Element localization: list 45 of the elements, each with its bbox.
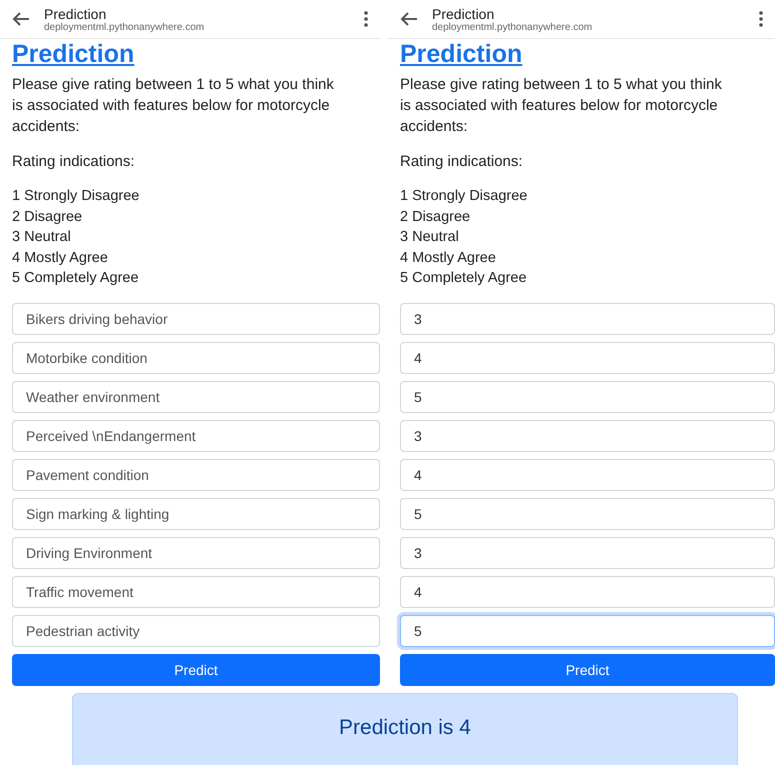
rating-label: Rating indications:: [400, 153, 524, 170]
page-url: deploymentml.pythonanywhere.com: [44, 22, 206, 32]
more-menu-icon[interactable]: [759, 11, 763, 27]
page-title: Prediction: [44, 6, 108, 22]
rating-option: 2 Disagree: [400, 206, 775, 227]
rating-input[interactable]: Weather environment: [12, 380, 380, 412]
page-url: deploymentml.pythonanywhere.com: [432, 22, 594, 32]
rating-input[interactable]: 4: [400, 342, 775, 374]
rating-input[interactable]: 3: [400, 302, 775, 334]
rating-option: 1 Strongly Disagree: [400, 186, 775, 206]
intro-text: Please give rating between 1 to 5 what you think is associated with features below for motorcycle accidents:: [12, 75, 335, 137]
rating-input[interactable]: Motorbike condition: [12, 342, 380, 374]
rating-input[interactable]: 4: [400, 458, 775, 490]
rating-input[interactable]: Pedestrian activity: [12, 614, 380, 646]
page-title: Prediction: [432, 6, 496, 22]
heading-link[interactable]: Prediction: [12, 40, 134, 69]
rating-input[interactable]: Driving Environment: [12, 536, 380, 568]
rating-option: 5 Completely Agree: [400, 268, 775, 288]
rating-input[interactable]: 5: [400, 498, 775, 530]
rating-option: 4 Mostly Agree: [400, 248, 775, 268]
predict-button[interactable]: Predict: [12, 654, 380, 686]
back-arrow-icon[interactable]: [12, 12, 30, 26]
rating-option: 2 Disagree: [12, 206, 380, 227]
rating-input[interactable]: Traffic movement: [12, 576, 380, 608]
rating-option: 3 Neutral: [12, 227, 380, 248]
rating-option: 4 Mostly Agree: [12, 248, 380, 268]
rating-input[interactable]: 5: [400, 380, 775, 412]
rating-input[interactable]: Bikers driving behavior: [12, 302, 380, 334]
rating-input[interactable]: Perceived \nEndangerment: [12, 420, 380, 452]
intro-text: Please give rating between 1 to 5 what you think is associated with features below for motorcycle accidents:: [400, 75, 723, 137]
predict-button[interactable]: Predict: [400, 654, 775, 686]
heading-link[interactable]: Prediction: [400, 40, 522, 69]
rating-input[interactable]: 3: [400, 420, 775, 452]
rating-input[interactable]: 4: [400, 576, 775, 608]
rating-input[interactable]: 3: [400, 536, 775, 568]
back-arrow-icon[interactable]: [400, 12, 418, 26]
rating-input[interactable]: Sign marking & lighting: [12, 498, 380, 530]
rating-option: 5 Completely Agree: [12, 268, 380, 288]
more-menu-icon[interactable]: [364, 11, 368, 27]
rating-input[interactable]: Pavement condition: [12, 458, 380, 490]
rating-option: 3 Neutral: [400, 227, 775, 248]
rating-option: 1 Strongly Disagree: [12, 186, 380, 206]
rating-input[interactable]: 5: [400, 614, 775, 646]
rating-label: Rating indications:: [12, 153, 136, 170]
prediction-result: Prediction is 4: [72, 692, 738, 765]
